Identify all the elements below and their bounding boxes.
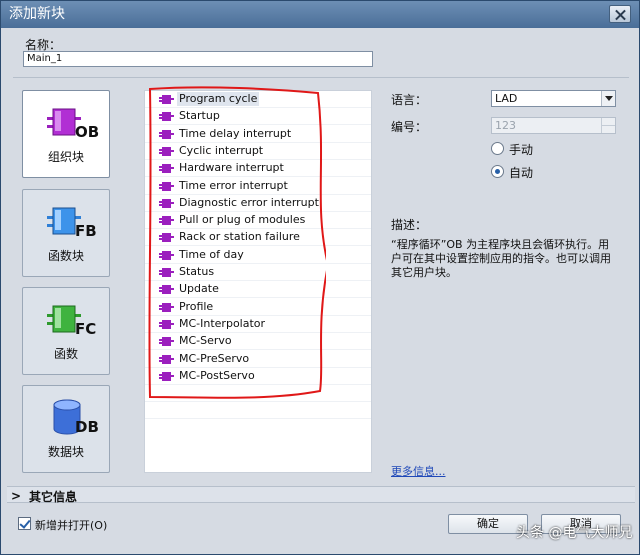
list-item-label: Hardware interrupt	[179, 161, 284, 175]
list-item-label: Update	[179, 282, 219, 296]
description-label: 描述：	[391, 218, 428, 232]
ob-item-icon	[159, 198, 174, 208]
more-info-link[interactable]: 更多信息...	[391, 463, 446, 479]
list-item-label: MC-Interpolator	[179, 316, 266, 330]
add-and-open-label: 新增并打开(O)	[35, 519, 108, 532]
dialog-title: 添加新块	[9, 6, 65, 22]
list-item[interactable]: Update	[145, 281, 371, 299]
list-item-label: Time of day	[179, 247, 244, 261]
list-item[interactable]: Time delay interrupt	[145, 126, 371, 143]
title-bar: 添加新块	[1, 1, 639, 28]
function-label: 函数	[53, 347, 78, 361]
other-info-section[interactable]: > 其它信息	[7, 486, 635, 504]
manual-label: 手动	[509, 143, 534, 157]
ob-item-icon	[159, 337, 174, 347]
list-item-empty	[145, 385, 371, 403]
number-value: 123	[495, 119, 516, 132]
list-item[interactable]: Profile	[145, 299, 371, 316]
list-item[interactable]: Status	[145, 264, 371, 281]
ob-item-icon	[159, 181, 174, 191]
divider	[13, 77, 629, 78]
list-item-label: Pull or plug of modules	[179, 213, 306, 227]
ob-item-icon	[159, 146, 174, 156]
fb-badge: FB	[75, 222, 97, 240]
language-select[interactable]: LAD	[491, 90, 616, 107]
function-button[interactable]: FC 函数	[22, 287, 110, 375]
function-block-button[interactable]: FB 函数块	[22, 189, 110, 277]
ob-item-icon	[159, 268, 174, 277]
list-item[interactable]: Pull or plug of modules	[145, 212, 371, 230]
list-item-label: Diagnostic error interrupt	[179, 195, 319, 209]
spin-down-icon	[601, 125, 615, 133]
list-item[interactable]: MC-PostServo	[145, 368, 371, 385]
number-stepper: 123	[491, 117, 616, 134]
list-item-empty	[145, 402, 371, 420]
language-label: 语言：	[391, 93, 428, 107]
organization-block-label: 组织块	[47, 150, 84, 164]
ob-item-icon	[159, 371, 174, 381]
watermark: 头条 @电气大师兄	[516, 525, 633, 541]
list-item-label: MC-Servo	[179, 334, 232, 348]
add-new-block-dialog: 添加新块 名称： Main_1 OB 组织块 FB 函数块 FC 函数 DB 数…	[0, 0, 640, 555]
ob-item-icon	[159, 95, 174, 104]
description-text: “程序循环”OB 为主程序块且会循环执行。用户可在其中设置控制应用的指令。也可以…	[391, 238, 611, 279]
name-input[interactable]: Main_1	[23, 51, 373, 67]
list-item[interactable]: Time of day	[145, 247, 371, 264]
list-item[interactable]: Diagnostic error interrupt	[145, 195, 371, 212]
list-item-label: Cyclic interrupt	[179, 143, 264, 157]
list-item-label: MC-PostServo	[179, 368, 255, 382]
auto-label: 自动	[509, 166, 534, 180]
fc-badge: FC	[75, 320, 97, 338]
add-and-open-checkbox[interactable]	[18, 517, 31, 530]
list-item[interactable]: MC-PreServo	[145, 351, 371, 368]
ob-item-icon	[159, 354, 174, 364]
ob-type-list: Program cycle Startup Time delay interru…	[144, 90, 372, 473]
chevron-down-icon[interactable]	[601, 91, 615, 106]
list-item[interactable]: MC-Servo	[145, 333, 371, 351]
list-item[interactable]: Cyclic interrupt	[145, 143, 371, 160]
ob-item-icon	[159, 285, 174, 295]
list-item[interactable]: Rack or station failure	[145, 229, 371, 247]
data-block-button[interactable]: DB 数据块	[22, 385, 110, 473]
ob-item-icon	[159, 233, 174, 243]
list-item[interactable]: MC-Interpolator	[145, 316, 371, 333]
data-block-label: 数据块	[47, 445, 84, 459]
manual-radio[interactable]	[491, 142, 504, 155]
chevron-right-icon[interactable]: >	[11, 489, 21, 503]
list-item-label: Time delay interrupt	[179, 126, 292, 140]
auto-radio[interactable]	[491, 165, 504, 178]
language-value: LAD	[495, 92, 518, 105]
ob-item-icon	[159, 302, 174, 312]
list-item-label: Time error interrupt	[179, 178, 288, 192]
list-item[interactable]: Program cycle	[145, 91, 371, 108]
ob-item-icon	[159, 164, 174, 174]
organization-block-button[interactable]: OB 组织块	[22, 90, 110, 178]
close-icon[interactable]	[609, 5, 631, 23]
ob-item-icon	[159, 250, 174, 260]
list-item[interactable]: Hardware interrupt	[145, 160, 371, 178]
number-label: 编号：	[391, 120, 428, 134]
block-type-column: OB 组织块 FB 函数块 FC 函数 DB 数据块	[13, 83, 125, 479]
list-item[interactable]: Time error interrupt	[145, 178, 371, 195]
ob-item-icon	[159, 129, 174, 139]
list-item-label: Rack or station failure	[179, 230, 300, 244]
ob-badge: OB	[75, 123, 100, 141]
ob-item-icon	[159, 319, 174, 329]
other-info-label: 其它信息	[29, 490, 78, 504]
list-item-label: Status	[179, 265, 215, 278]
list-item-label: Profile	[179, 299, 214, 313]
list-item-label: MC-PreServo	[179, 351, 250, 365]
ob-item-icon	[159, 112, 174, 122]
list-item-label: Startup	[179, 109, 220, 123]
function-block-label: 函数块	[47, 249, 84, 263]
ob-item-icon	[159, 216, 174, 226]
list-item[interactable]: Startup	[145, 108, 371, 126]
db-badge: DB	[75, 418, 99, 436]
list-item-label: Program cycle	[177, 92, 260, 106]
